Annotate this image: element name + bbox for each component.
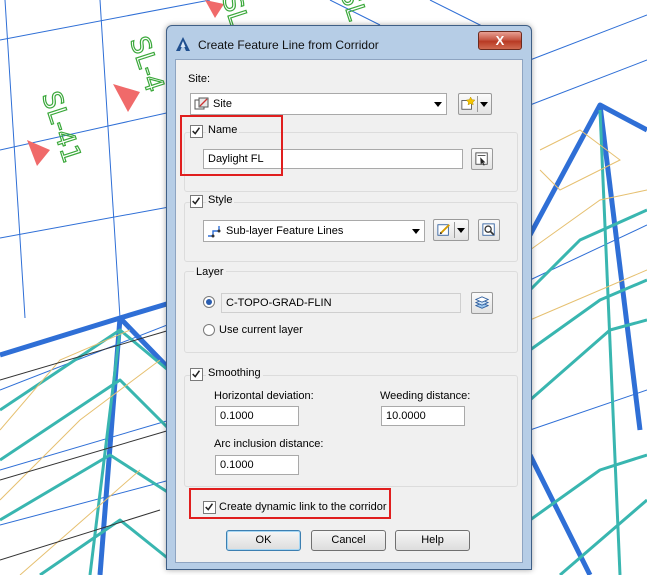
- weeding-distance-input[interactable]: 10.0000: [381, 406, 465, 426]
- select-layer-button[interactable]: [471, 292, 493, 314]
- pick-name-button[interactable]: [471, 148, 493, 170]
- pick-template-icon: [475, 152, 488, 166]
- arc-inclusion-distance-label: Arc inclusion distance:: [214, 438, 324, 450]
- edit-style-button[interactable]: [433, 219, 469, 241]
- preview-icon: [482, 223, 495, 236]
- chevron-down-icon: [457, 228, 465, 233]
- checkmark-icon: [192, 197, 201, 205]
- site-label: Site:: [188, 73, 211, 85]
- checkmark-icon: [205, 503, 214, 511]
- horizontal-deviation-label: Horizontal deviation:: [214, 390, 314, 402]
- smoothing-checkbox[interactable]: [190, 368, 203, 381]
- dialog-body: Site: Site Name Daylight FL Style Sub-la…: [175, 59, 523, 563]
- edit-style-icon: [437, 224, 450, 236]
- site-dropdown[interactable]: Site: [190, 93, 447, 115]
- site-value: Site: [213, 98, 232, 110]
- checkmark-icon: [192, 127, 201, 135]
- name-input[interactable]: Daylight FL: [203, 149, 463, 169]
- style-label: Style: [206, 194, 235, 206]
- smoothing-label: Smoothing: [206, 367, 263, 379]
- layer-name-field: C-TOPO-GRAD-FLIN: [221, 293, 461, 313]
- create-site-button[interactable]: [458, 93, 492, 115]
- site-icon: [194, 97, 209, 110]
- layer-name-radio[interactable]: [203, 296, 215, 308]
- cancel-button[interactable]: Cancel: [311, 530, 386, 551]
- autocad-app-icon: [176, 37, 190, 51]
- layers-icon: [475, 296, 489, 309]
- help-button[interactable]: Help: [395, 530, 470, 551]
- chevron-down-icon: [412, 229, 420, 234]
- style-value: Sub-layer Feature Lines: [226, 225, 344, 237]
- dynamic-link-label: Create dynamic link to the corridor: [219, 501, 387, 513]
- style-dropdown[interactable]: Sub-layer Feature Lines: [203, 220, 425, 242]
- close-button[interactable]: X: [478, 31, 522, 50]
- new-site-icon: [461, 97, 475, 110]
- ok-button[interactable]: OK: [226, 530, 301, 551]
- name-checkbox[interactable]: [190, 125, 203, 138]
- preview-style-button[interactable]: [478, 219, 500, 241]
- name-label: Name: [206, 124, 240, 136]
- chevron-down-icon: [480, 102, 488, 107]
- style-checkbox[interactable]: [190, 195, 203, 208]
- horizontal-deviation-input[interactable]: 0.1000: [215, 406, 299, 426]
- weeding-distance-label: Weeding distance:: [380, 390, 471, 402]
- layer-label: Layer: [194, 266, 226, 278]
- title-bar[interactable]: Create Feature Line from Corridor X: [167, 26, 531, 59]
- use-current-layer-radio[interactable]: [203, 324, 215, 336]
- create-feature-line-dialog: Create Feature Line from Corridor X Site…: [166, 25, 532, 570]
- dialog-title: Create Feature Line from Corridor: [198, 38, 379, 52]
- feature-line-style-icon: [208, 226, 221, 238]
- chevron-down-icon: [434, 102, 442, 107]
- arc-inclusion-distance-input[interactable]: 0.1000: [215, 455, 299, 475]
- use-current-layer-label: Use current layer: [219, 324, 303, 336]
- checkmark-icon: [192, 370, 201, 378]
- dynamic-link-checkbox[interactable]: [203, 501, 216, 514]
